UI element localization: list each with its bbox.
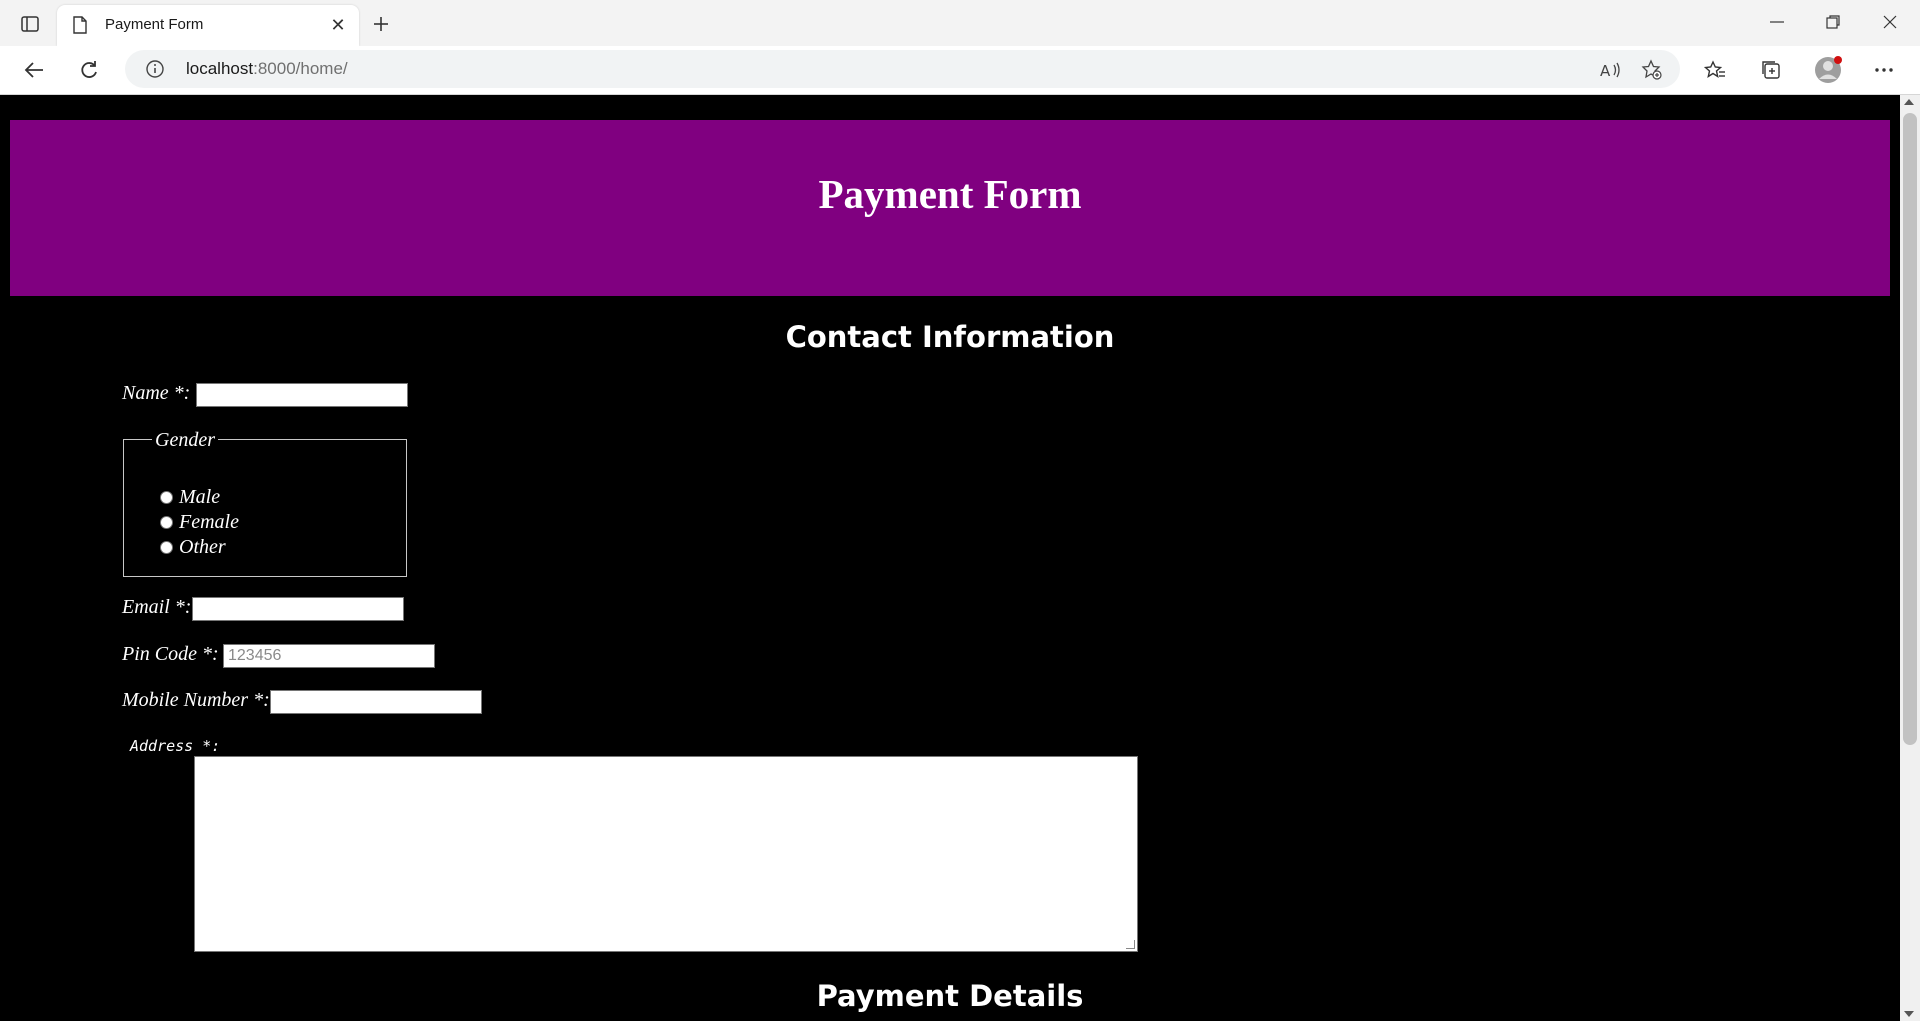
radio-male[interactable] xyxy=(160,490,173,504)
pincode-input[interactable] xyxy=(223,644,435,668)
name-input[interactable] xyxy=(196,383,408,407)
scroll-thumb[interactable] xyxy=(1903,113,1917,745)
mobile-input[interactable] xyxy=(270,690,482,714)
restore-icon[interactable] xyxy=(1813,8,1853,36)
tab-strip: Payment Form ✕ xyxy=(0,0,1920,46)
gender-option-female[interactable]: Female xyxy=(160,510,239,534)
close-tab-icon[interactable]: ✕ xyxy=(327,14,349,36)
radio-male-label: Male xyxy=(179,485,221,508)
tab-actions-icon[interactable] xyxy=(16,10,44,38)
favorites-icon[interactable] xyxy=(1699,54,1731,86)
address-bar[interactable]: localhost:8000/home/ A xyxy=(125,50,1680,88)
new-tab-icon[interactable] xyxy=(367,10,395,38)
add-favorite-icon[interactable] xyxy=(1639,57,1665,83)
mobile-label: Mobile Number *: xyxy=(122,689,270,711)
refresh-icon[interactable] xyxy=(73,54,105,86)
collections-icon[interactable] xyxy=(1755,54,1787,86)
radio-female-label: Female xyxy=(179,510,239,533)
email-label: Email *: xyxy=(122,596,192,618)
address-textarea[interactable] xyxy=(194,756,1138,952)
radio-other[interactable] xyxy=(160,540,173,554)
radio-female[interactable] xyxy=(160,515,173,529)
page-viewport: Payment Form Contact Information Name *:… xyxy=(0,95,1900,1021)
pincode-label: Pin Code *: xyxy=(122,643,219,665)
url-path: :8000/home/ xyxy=(253,59,348,78)
site-info-icon[interactable] xyxy=(145,59,165,84)
email-input[interactable] xyxy=(192,597,404,621)
gender-option-male[interactable]: Male xyxy=(160,485,220,509)
more-options-icon[interactable] xyxy=(1868,54,1900,86)
name-label: Name *: xyxy=(122,382,191,404)
browser-tab[interactable]: Payment Form ✕ xyxy=(57,5,359,46)
url-host: localhost xyxy=(186,59,254,78)
gender-option-other[interactable]: Other xyxy=(160,535,226,559)
profile-avatar-icon[interactable] xyxy=(1812,54,1844,86)
gender-fieldset: Gender Male Female Other xyxy=(123,429,407,577)
resize-handle-icon[interactable] xyxy=(1126,940,1135,949)
tab-title: Payment Form xyxy=(105,16,204,33)
minimize-icon[interactable] xyxy=(1757,8,1797,36)
page-title: Payment Form xyxy=(818,171,1082,217)
browser-toolbar: localhost:8000/home/ A xyxy=(0,46,1920,95)
contact-section-title: Contact Information xyxy=(785,320,1115,354)
vertical-scrollbar[interactable] xyxy=(1900,95,1920,1021)
gender-legend: Gender xyxy=(152,429,218,452)
back-arrow-icon[interactable] xyxy=(18,54,50,86)
page-header: Payment Form xyxy=(10,120,1890,296)
address-label: Address *: xyxy=(130,737,221,755)
close-window-icon[interactable] xyxy=(1870,8,1910,36)
svg-text:A: A xyxy=(1600,62,1611,79)
scroll-down-arrow-icon[interactable] xyxy=(1904,1011,1914,1017)
page-icon xyxy=(73,16,87,39)
url-text[interactable]: localhost:8000/home/ xyxy=(186,59,348,79)
radio-other-label: Other xyxy=(179,535,226,558)
scroll-up-arrow-icon[interactable] xyxy=(1904,99,1914,105)
payment-section-title: Payment Details xyxy=(816,979,1084,1013)
read-aloud-icon[interactable]: A xyxy=(1597,57,1623,83)
